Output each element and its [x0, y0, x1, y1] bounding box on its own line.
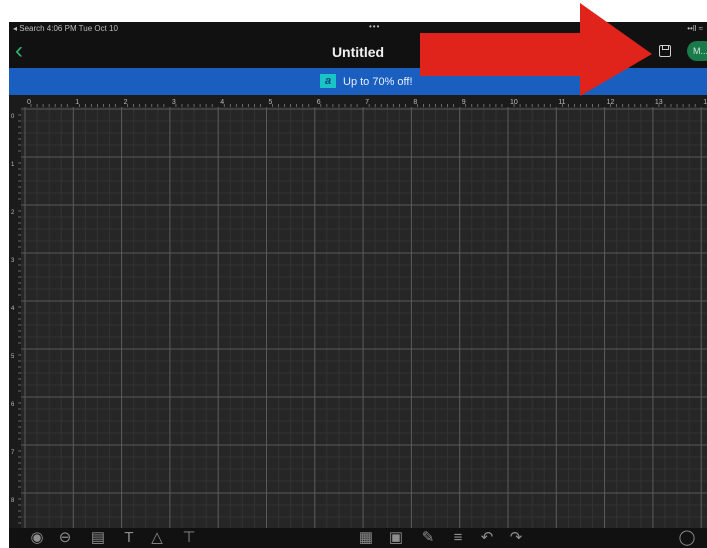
ruler-label-x: 8 — [413, 99, 417, 106]
insert-icon[interactable]: ◉ — [27, 529, 47, 547]
ruler-label-x: 4 — [220, 99, 224, 106]
promo-text: Up to 70% off! — [343, 76, 413, 88]
ruler-label-x: 3 — [172, 99, 176, 106]
ruler-label-x: 9 — [462, 99, 466, 106]
ruler-label-x: 11 — [558, 99, 565, 106]
redo-icon[interactable]: ↷ — [506, 529, 526, 547]
pen-icon[interactable]: ✎ — [418, 529, 438, 547]
bottom-toolbar: ◉ ⊖ ▤ T △ ⊤ ▦ ▣ ✎ ≡ ↶ ↷ ◯ — [9, 528, 707, 548]
actions-icon[interactable]: △ — [147, 529, 167, 547]
ruler-label-x: 7 — [365, 99, 369, 106]
top-ruler — [9, 95, 707, 107]
ruler-label-x: 2 — [124, 99, 128, 106]
ruler-label-x: 6 — [317, 99, 321, 106]
ruler-label-x: 14 — [703, 99, 707, 106]
ruler-label-x: 0 — [27, 99, 31, 106]
nav-bar: ‹ Untitled M... — [9, 36, 707, 68]
undo-icon[interactable]: ↶ — [477, 529, 497, 547]
select-icon[interactable]: ▦ — [356, 529, 376, 547]
upload-icon[interactable]: ⊤ — [179, 529, 199, 547]
design-canvas[interactable]: 01234567891011121314012345678 — [9, 95, 707, 545]
crop-icon[interactable]: ▤ — [88, 529, 108, 547]
camera-icon[interactable]: ◯ — [677, 529, 697, 547]
multitask-dots-icon[interactable]: ••• — [369, 22, 380, 31]
text-icon[interactable]: T — [119, 529, 139, 547]
screen: ◂ Search 4:06 PM Tue Oct 10 ••• ••ll ≈ ‹… — [0, 0, 707, 548]
grid-and-rulers: 01234567891011121314012345678 — [9, 95, 707, 545]
status-back-to-search[interactable]: ◂ Search 4:06 PM Tue Oct 10 — [13, 24, 118, 33]
device-screen: ◂ Search 4:06 PM Tue Oct 10 ••• ••ll ≈ ‹… — [9, 22, 707, 548]
page-title[interactable]: Untitled — [9, 44, 707, 60]
shapes-icon[interactable]: ⊖ — [55, 529, 75, 547]
save-icon[interactable] — [659, 45, 671, 57]
edit-icon[interactable]: ▣ — [386, 529, 406, 547]
ruler-label-x: 1 — [75, 99, 79, 106]
ruler-label-x: 5 — [269, 99, 273, 106]
promo-banner[interactable]: a Up to 70% off! — [9, 68, 707, 95]
make-it-button[interactable]: M... — [687, 41, 707, 61]
promo-logo: a — [320, 74, 336, 88]
status-bar: ◂ Search 4:06 PM Tue Oct 10 ••• ••ll ≈ — [9, 22, 707, 36]
layers-icon[interactable]: ≡ — [448, 529, 468, 547]
signal-wifi-icon: ••ll ≈ — [687, 24, 703, 33]
